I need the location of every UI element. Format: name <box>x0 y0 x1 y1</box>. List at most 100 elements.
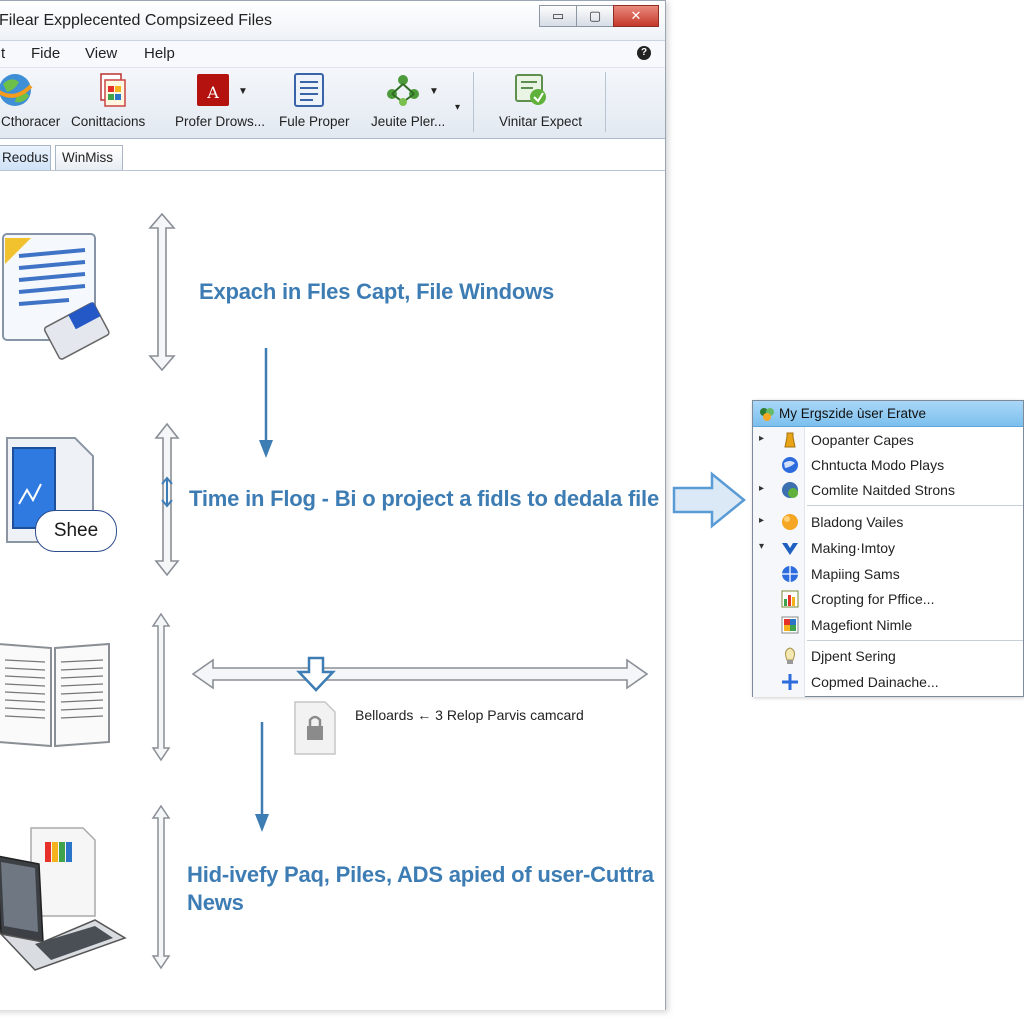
down-arrow-icon <box>255 722 269 832</box>
toolbar-label: Vinitar Expect <box>499 114 583 129</box>
tablet-speech-icon <box>6 437 94 543</box>
globe-icon <box>782 566 798 582</box>
plus-icon <box>782 674 798 690</box>
document-card-icon <box>2 233 110 360</box>
close-icon: ✕ <box>630 8 642 23</box>
collapse-caret-icon[interactable]: ▾ <box>759 541 764 552</box>
menu-item-cropting-for-pffice[interactable]: Cropting for Pffice... <box>753 586 1023 611</box>
vertical-double-arrow-icon <box>151 804 171 970</box>
document-icon <box>294 73 324 107</box>
network-icon <box>782 482 798 498</box>
menu-item-view[interactable]: View <box>85 45 117 62</box>
menu-item-label: Cropting for Pffice... <box>811 591 935 607</box>
menu-item-file[interactable]: Fide <box>31 45 60 62</box>
menu-item-label: Oopanter Capes <box>811 432 914 448</box>
globe-icon <box>782 457 798 473</box>
expand-caret-icon[interactable]: ▸ <box>759 483 764 494</box>
step-1-text: Expach in Fles Capt, File Windows <box>199 279 555 304</box>
tab-bar: Reodus WinMiss <box>0 141 665 171</box>
minimize-icon: ▭ <box>551 8 565 23</box>
laptop-file-icon <box>0 827 127 971</box>
chart-icon <box>781 590 799 608</box>
toolbar-button-fule-proper[interactable]: Fule Proper <box>279 68 359 140</box>
toolbar-button-vinitar-expect[interactable]: Vinitar Expect <box>499 68 595 140</box>
pdf-icon: A <box>197 74 229 106</box>
menu-bar: t Fide View Help ? <box>0 41 665 67</box>
image-icon <box>781 616 799 634</box>
menu-item-magefiont-nimle[interactable]: Magefiont Nimle <box>753 612 1023 637</box>
context-menu-header: My Ergszide ùser Eratve <box>753 401 1023 427</box>
locked-file-icon <box>294 701 336 755</box>
menu-item-label: Djpent Sering <box>811 648 896 664</box>
menu-item-djpent-sering[interactable]: Djpent Sering <box>753 643 1023 668</box>
main-window: Filear Expplecented Compsizeed Files ▭ ▢… <box>0 0 666 1010</box>
toolbar-separator <box>473 72 474 132</box>
menu-separator <box>807 505 1023 506</box>
menu-item-mapiing-sams[interactable]: Mapiing Sams <box>753 561 1023 586</box>
main-content: Expach in Fles Capt, File Windows Shee T… <box>0 172 665 1010</box>
menu-item-bladong-vailes[interactable]: ▸ Bladong Vailes <box>753 509 1023 534</box>
menu-item-label: Comlite Naitded Strons <box>811 482 955 498</box>
documents-icon <box>100 73 126 107</box>
bulb-icon <box>785 647 795 664</box>
toolbar-button-cthoracer[interactable]: Cthoracer <box>0 68 67 140</box>
menu-item-chntucta-modo-plays[interactable]: Chntucta Modo Plays <box>753 452 1023 477</box>
title-bar: Filear Expplecented Compsizeed Files ▭ ▢… <box>0 1 665 41</box>
globe-icon <box>0 74 33 106</box>
export-icon <box>515 74 546 105</box>
tab-reodus[interactable]: Reodus <box>0 145 51 170</box>
menu-item-label: Mapiing Sams <box>811 566 900 582</box>
dropdown-caret-icon[interactable]: ▼ <box>429 86 439 97</box>
minimize-button[interactable]: ▭ <box>539 5 577 27</box>
dropdown-caret-icon[interactable]: ▾ <box>455 102 460 113</box>
horizontal-double-arrow-icon <box>191 658 649 690</box>
menu-item-label: Bladong Vailes <box>811 514 904 530</box>
dropdown-caret-icon[interactable]: ▼ <box>238 86 248 97</box>
menu-item-comlite-naitded-strons[interactable]: ▸ Comlite Naitded Strons <box>753 477 1023 502</box>
down-arrow-icon <box>259 348 273 458</box>
step-4-text: Hid-ivefy Paq, Piles, ADS apied of user-… <box>187 862 654 915</box>
menu-item-making-imtoy[interactable]: ▾ Making·Imtoy <box>753 535 1023 560</box>
menu-item-label: Copmed Dainache... <box>811 674 939 690</box>
toolbar-label: Fule Proper <box>279 114 350 129</box>
menu-separator <box>807 640 1023 641</box>
menu-item-label: Chntucta Modo Plays <box>811 457 945 473</box>
close-button[interactable]: ✕ <box>613 5 659 27</box>
toolbar-button-conittacions[interactable]: Conittacions <box>71 68 161 140</box>
menu-item-copmed-dainache[interactable]: Copmed Dainache... <box>753 669 1023 694</box>
vertical-double-arrow-icon <box>154 422 180 577</box>
menu-item-oopanter-capes[interactable]: ▸ Oopanter Capes <box>753 427 1023 452</box>
blue-down-arrow-icon <box>296 656 336 692</box>
toolbar-button-jeuite-pler[interactable]: ▼ ▾ Jeuite Pler... <box>371 68 467 140</box>
ball-icon <box>782 514 798 530</box>
menu-item-edit[interactable]: t <box>1 45 5 62</box>
expand-caret-icon[interactable]: ▸ <box>759 515 764 526</box>
context-menu: My Ergszide ùser Eratve ▸ Oopanter Capes… <box>752 400 1024 697</box>
menu-item-help[interactable]: Help <box>144 45 175 62</box>
toolbar-separator <box>605 72 606 132</box>
menu-item-label: Magefiont Nimle <box>811 617 913 633</box>
window-controls: ▭ ▢ ✕ <box>539 5 659 27</box>
maximize-button[interactable]: ▢ <box>576 5 614 27</box>
vertical-double-arrow-icon <box>151 612 171 762</box>
chevron-icon <box>782 543 798 555</box>
step-2-text: Time in Flog - Bi o project a fidls to d… <box>189 486 659 511</box>
help-icon[interactable]: ? <box>637 46 651 60</box>
users-icon <box>760 408 774 421</box>
tab-winmiss[interactable]: WinMiss <box>55 145 123 170</box>
open-book-icon <box>0 642 110 748</box>
speech-bubble: Shee <box>35 510 117 552</box>
toolbar-label: Jeuite Pler... <box>371 114 446 129</box>
network-icon <box>387 75 419 106</box>
folder-icon <box>784 432 796 448</box>
toolbar-button-profer-drows[interactable]: A ▼ Profer Drows... <box>175 68 265 140</box>
step-3-text: Belloards ← 3 Relop Parvis camcard <box>355 707 584 723</box>
vertical-double-arrow-icon <box>148 212 176 372</box>
menu-item-label: Making·Imtoy <box>811 540 896 556</box>
expand-caret-icon[interactable]: ▸ <box>759 433 764 444</box>
toolbar: Cthoracer Conittacions A ▼ Profer Drows.… <box>0 67 665 139</box>
toolbar-label: Cthoracer <box>1 114 61 129</box>
toolbar-label: Profer Drows... <box>175 114 266 129</box>
window-title: Filear Expplecented Compsizeed Files <box>0 12 273 29</box>
toolbar-label: Conittacions <box>71 114 146 129</box>
